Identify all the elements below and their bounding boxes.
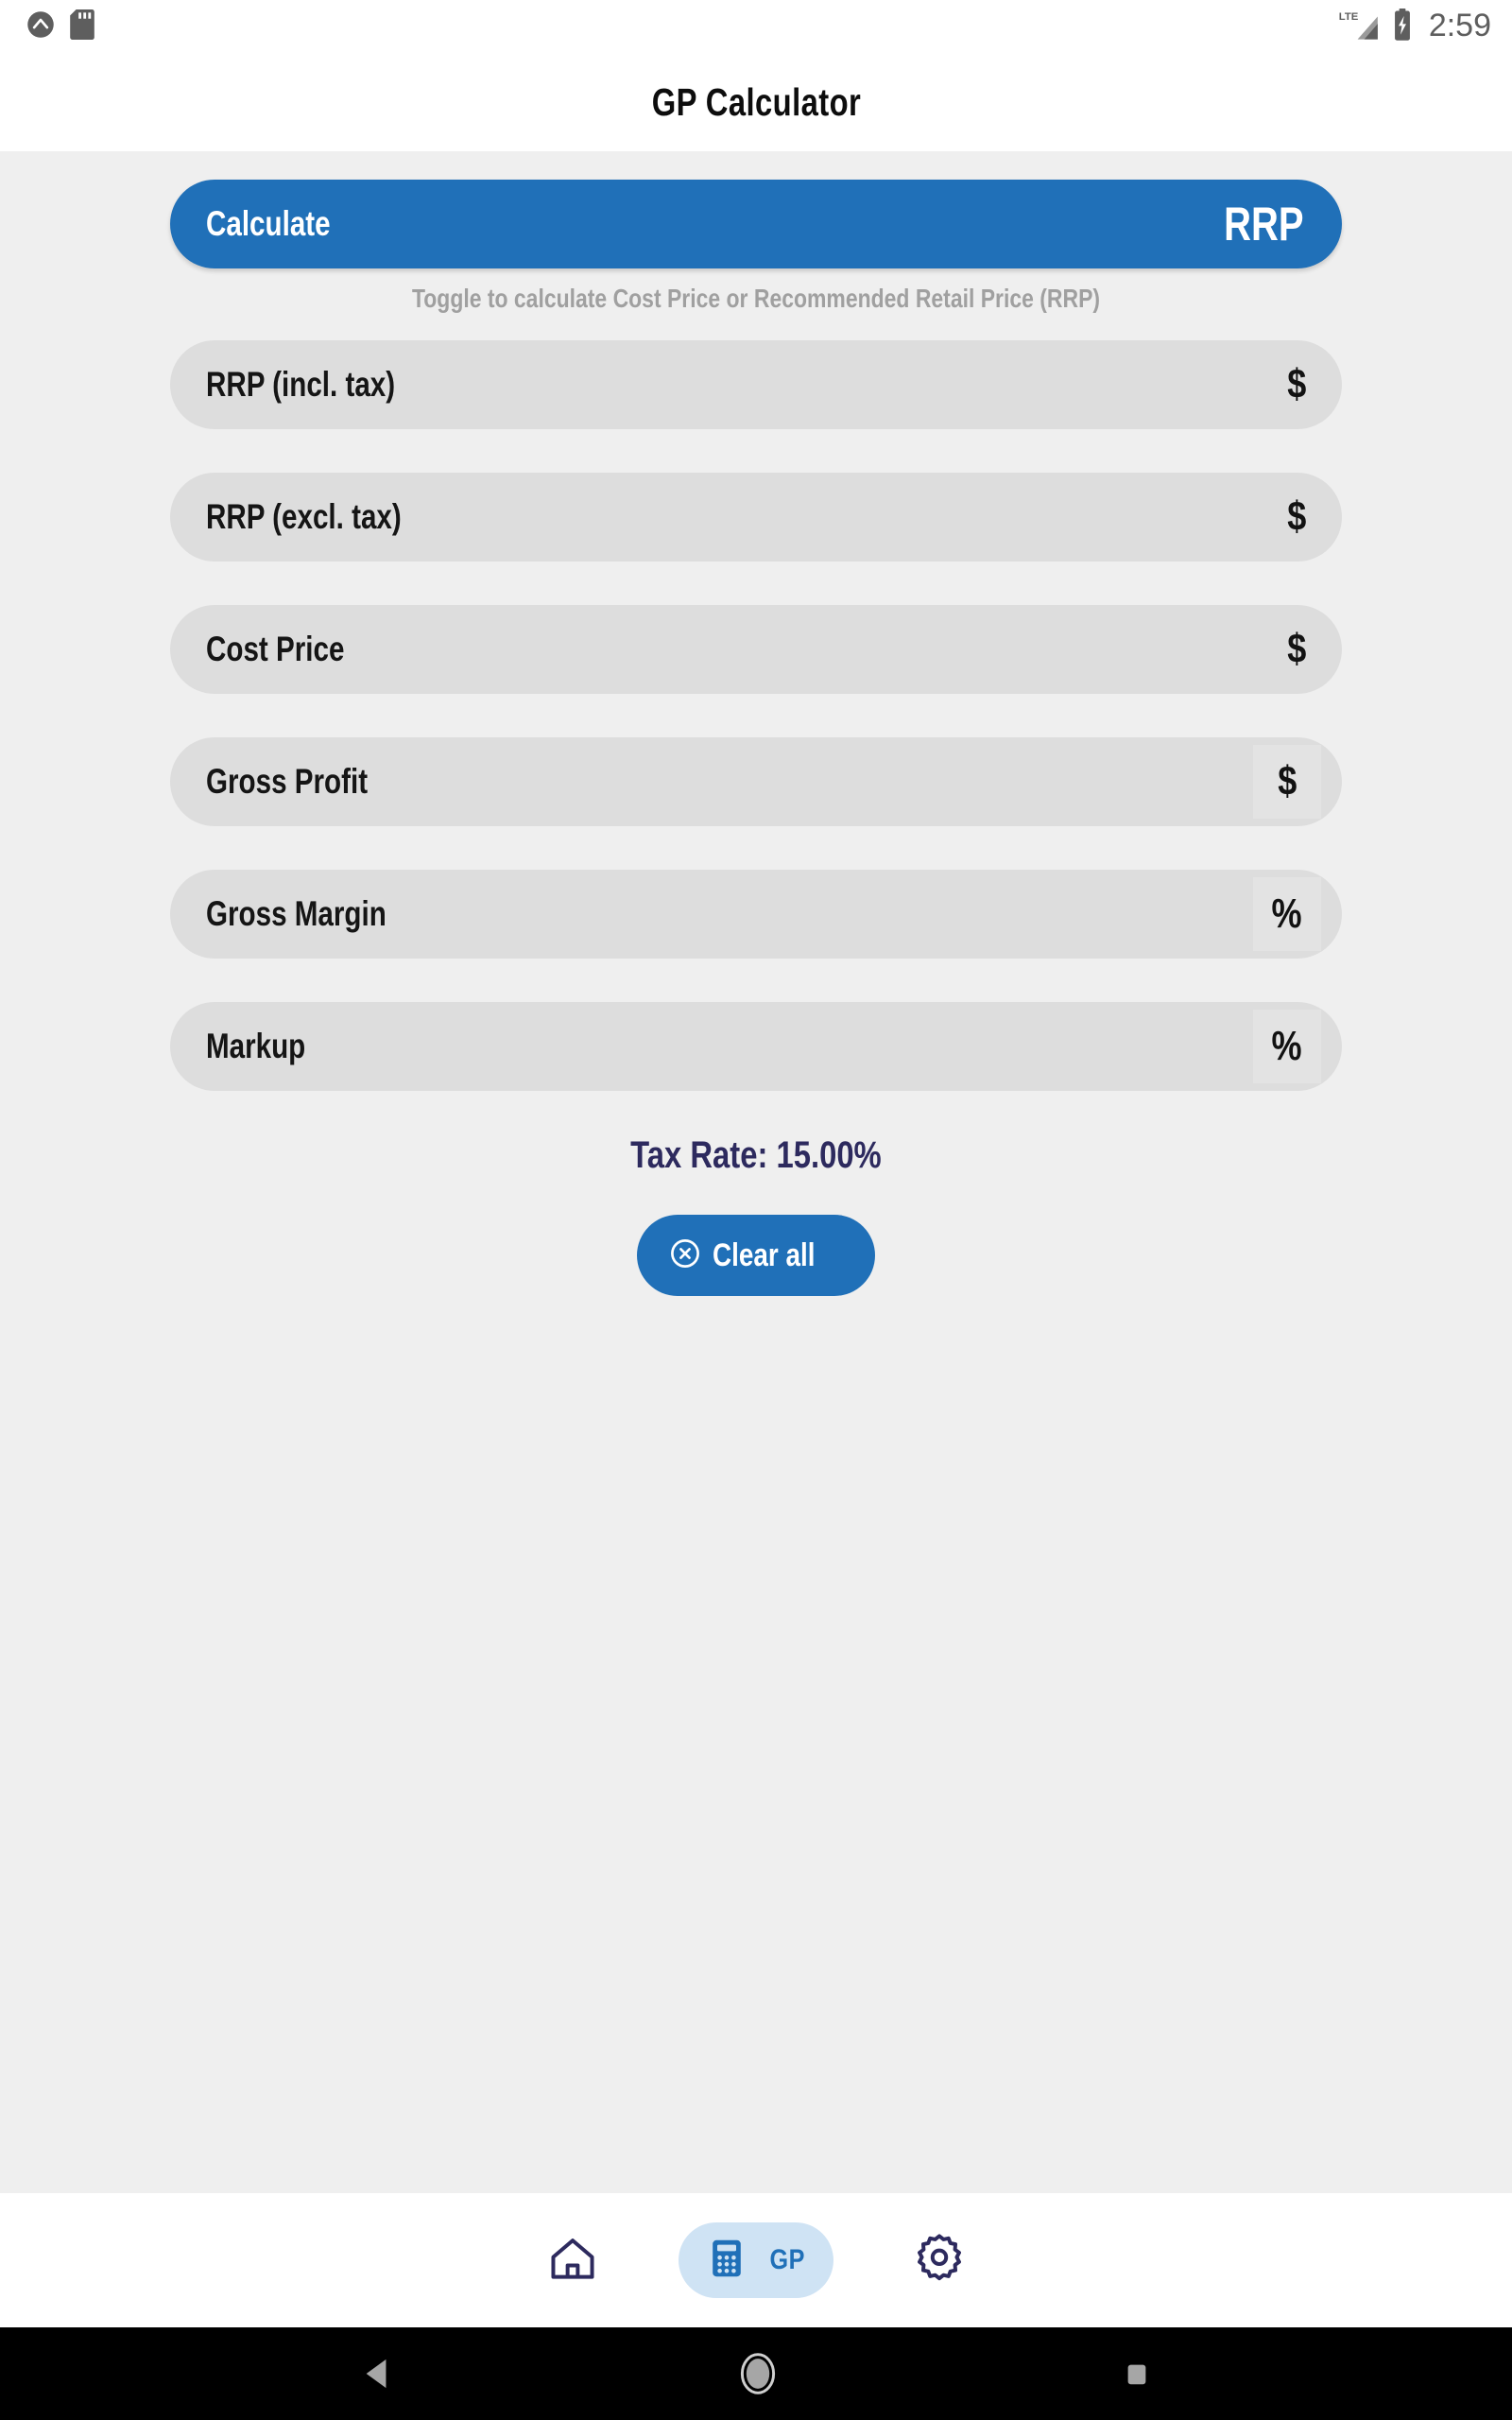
android-back-button[interactable]: [361, 2356, 393, 2392]
dollar-suffix: $: [1253, 745, 1321, 819]
home-icon: [546, 2232, 599, 2290]
status-bar-clock: 2:59: [1428, 8, 1491, 43]
field-label: Gross Profit: [206, 762, 369, 801]
field-label: Markup: [206, 1027, 306, 1065]
field-input[interactable]: Gross Margin: [170, 870, 1253, 959]
clear-all-button[interactable]: Clear all: [636, 1215, 876, 1296]
calculator-icon: [704, 2236, 749, 2286]
field-row[interactable]: Markup%: [170, 1002, 1342, 1091]
field-suffix-label: $: [1286, 626, 1307, 672]
android-navigation-bar: [0, 2327, 1512, 2420]
field-row[interactable]: Cost Price $: [170, 605, 1342, 694]
field-suffix-label: $: [1277, 758, 1297, 804]
field-input[interactable]: Gross Profit: [170, 737, 1253, 826]
calculate-toggle-hint: Toggle to calculate Cost Price or Recomm…: [411, 284, 1101, 313]
lte-signal-icon: LTE: [1338, 9, 1380, 45]
clear-all-row: Clear all: [170, 1215, 1342, 1296]
input-fields-list: RRP (incl. tax) $ RRP (excl. tax) $ Cost Pri…: [170, 340, 1342, 1091]
field-input[interactable]: Cost Price: [170, 605, 1257, 694]
app-bar: GP Calculator: [0, 53, 1512, 151]
tax-rate-label: Tax Rate:: [630, 1134, 777, 1176]
home-circle-icon: [740, 2353, 776, 2394]
nav-item-gp-label: GP: [769, 2244, 805, 2275]
page-title: GP Calculator: [651, 79, 861, 124]
percent-suffix: %: [1253, 877, 1321, 951]
field-row[interactable]: Gross Profit $: [170, 737, 1342, 826]
field-row[interactable]: RRP (incl. tax) $: [170, 340, 1342, 429]
field-input[interactable]: RRP (excl. tax): [170, 473, 1257, 562]
gear-icon: [913, 2232, 966, 2290]
nav-item-home[interactable]: [522, 2222, 624, 2298]
clear-all-label: Clear all: [712, 1236, 816, 1273]
dollar-suffix: $: [1257, 605, 1342, 694]
nav-item-settings[interactable]: [888, 2222, 990, 2298]
svg-text:LTE: LTE: [1339, 11, 1359, 23]
close-circle-icon: [669, 1237, 701, 1274]
field-input[interactable]: Markup: [170, 1002, 1253, 1091]
app-screen: LTE 2:59 GP Calculator Calculate RRP Tog…: [0, 0, 1512, 2420]
status-bar-right-icons: LTE 2:59: [1338, 8, 1491, 45]
field-suffix-label: %: [1271, 890, 1303, 937]
arrow-up-circle-icon: [26, 10, 55, 43]
sd-card-icon: [70, 9, 94, 44]
dollar-suffix: $: [1257, 340, 1342, 429]
dollar-suffix: $: [1257, 473, 1342, 562]
field-label: Cost Price: [206, 630, 345, 668]
tax-rate-value: 15.00%: [776, 1134, 882, 1176]
back-triangle-icon: [366, 2359, 387, 2389]
field-label: Gross Margin: [206, 894, 387, 933]
percent-suffix: %: [1253, 1010, 1321, 1083]
field-label: RRP (excl. tax): [206, 497, 402, 536]
field-row[interactable]: RRP (excl. tax) $: [170, 473, 1342, 562]
status-bar-left-icons: [26, 9, 94, 44]
battery-charging-icon: [1392, 8, 1413, 45]
field-input[interactable]: RRP (incl. tax): [170, 340, 1257, 429]
nav-item-gp[interactable]: GP: [679, 2222, 833, 2298]
field-suffix-label: $: [1286, 361, 1307, 407]
calculate-mode-toggle[interactable]: Calculate RRP: [170, 180, 1342, 268]
field-suffix-label: $: [1286, 493, 1307, 540]
recents-square-icon: [1127, 2364, 1146, 2385]
android-recents-button[interactable]: [1123, 2358, 1151, 2390]
tax-rate-display: Tax Rate: 15.00%: [170, 1134, 1342, 1177]
calculate-toggle-label: Calculate: [206, 204, 331, 243]
calculate-toggle-value: RRP: [1224, 198, 1304, 251]
status-bar: LTE 2:59: [0, 0, 1512, 53]
calculate-toggle-row: Calculate RRP Toggle to calculate Cost P…: [170, 151, 1342, 314]
field-suffix-label: %: [1271, 1023, 1303, 1069]
main-content: Calculate RRP Toggle to calculate Cost P…: [0, 151, 1512, 2193]
bottom-navigation-bar: GP: [0, 2193, 1512, 2327]
field-row[interactable]: Gross Margin%: [170, 870, 1342, 959]
field-label: RRP (incl. tax): [206, 365, 396, 404]
android-home-button[interactable]: [738, 2351, 778, 2396]
